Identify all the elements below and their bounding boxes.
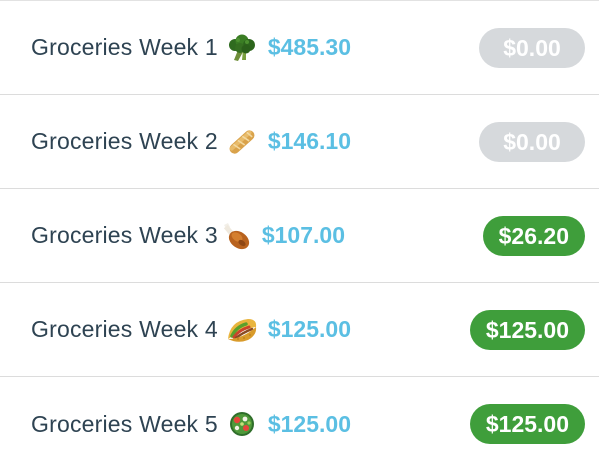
poultry-leg-icon <box>218 221 254 251</box>
balance-badge[interactable]: $0.00 <box>479 121 585 162</box>
budgeted-amount: $485.30 <box>267 34 351 60</box>
balance-badge[interactable]: $26.20 <box>482 215 585 256</box>
category-name: Groceries Week 3 <box>31 222 218 248</box>
category-name: Groceries Week 5 <box>31 410 218 437</box>
category-name: Groceries Week 1 <box>31 34 218 60</box>
category-row-groceries-week-3[interactable]: Groceries Week 3 $107.00 $26.20 <box>0 189 599 283</box>
category-row-groceries-week-2[interactable]: Groceries Week 2 $146.10 $0.00 <box>0 95 599 189</box>
balance-badge[interactable]: $0.00 <box>479 27 585 68</box>
category-row-groceries-week-5[interactable]: Groceries Week 5 $125.00 $125.00 <box>0 377 599 471</box>
budgeted-amount: $125.00 <box>267 316 351 342</box>
budgeted-amount: $107.00 <box>261 222 345 248</box>
balance-badge[interactable]: $125.00 <box>469 404 585 444</box>
salad-icon <box>224 409 260 439</box>
category-row-groceries-week-4[interactable]: Groceries Week 4 $125.00 $125.00 <box>0 283 599 377</box>
broccoli-icon <box>224 33 260 63</box>
category-name: Groceries Week 2 <box>31 128 218 154</box>
category-name: Groceries Week 4 <box>31 316 218 342</box>
category-row-groceries-week-1[interactable]: Groceries Week 1 $485.30 $0.00 <box>0 1 599 95</box>
balance-badge[interactable]: $125.00 <box>469 309 585 350</box>
budgeted-amount: $146.10 <box>267 128 351 154</box>
baguette-icon <box>224 127 260 157</box>
taco-icon <box>224 315 260 345</box>
budget-category-list: Groceries Week 1 $485.30 $0.00 Groceries… <box>0 0 599 468</box>
budgeted-amount: $125.00 <box>267 410 351 437</box>
